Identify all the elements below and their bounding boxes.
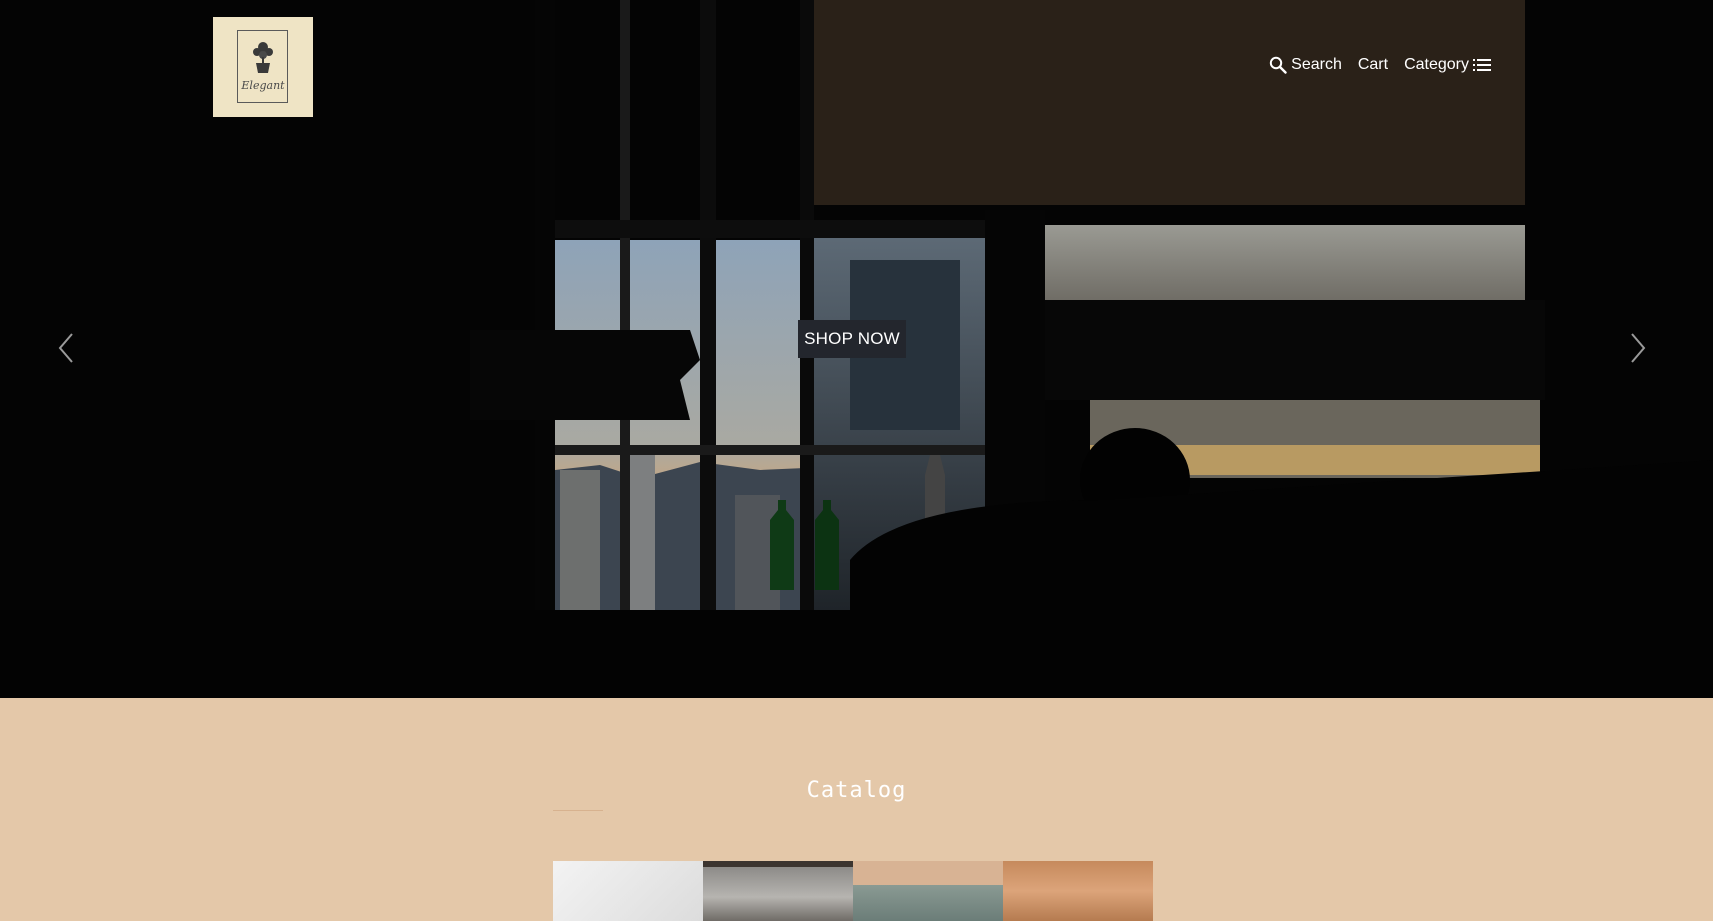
catalog-tile-image[interactable] [703, 861, 853, 921]
chevron-right-icon [1631, 333, 1646, 363]
catalog-tiles [553, 861, 1153, 921]
search-icon [1269, 56, 1287, 74]
catalog-tile-image[interactable] [1003, 861, 1153, 921]
catalog-tile-image[interactable] [853, 861, 1003, 921]
carousel-next-button[interactable] [1624, 330, 1650, 366]
category-menu-button[interactable]: Category [1404, 56, 1491, 74]
search-link[interactable]: Search [1269, 56, 1342, 74]
logo-text: Elegant [241, 79, 285, 92]
list-icon [1473, 59, 1491, 71]
shop-now-button[interactable]: SHOP NOW [798, 320, 906, 358]
catalog-title: Catalog [806, 778, 907, 803]
cart-label: Cart [1357, 56, 1389, 73]
cart-link[interactable]: Cart [1358, 56, 1388, 74]
catalog-section: Catalog [0, 698, 1713, 921]
top-nav: Search Cart Category [1269, 56, 1491, 74]
chevron-left-icon [58, 333, 73, 363]
category-label: Category [1404, 56, 1469, 73]
search-label: Search [1291, 56, 1342, 73]
carousel-prev-button[interactable] [54, 330, 80, 366]
catalog-tile-image[interactable] [553, 861, 703, 921]
catalog-divider [553, 810, 603, 811]
potted-plant-icon [253, 42, 273, 73]
site-logo[interactable]: Elegant [213, 17, 313, 117]
